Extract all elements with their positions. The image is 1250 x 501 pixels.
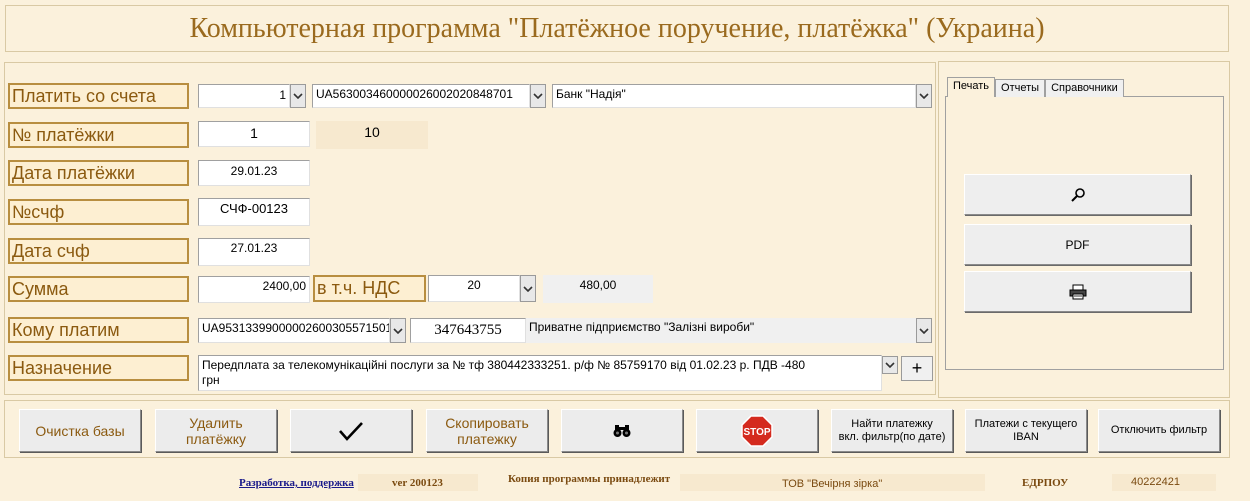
binoculars-icon: [613, 424, 631, 437]
clear-database-button[interactable]: Очистка базы: [19, 409, 141, 452]
find-button[interactable]: [561, 409, 683, 452]
app-title: Компьютерная программа "Платёжное поруче…: [189, 12, 1045, 44]
chevron-down-icon: [293, 93, 303, 99]
printer-icon: [1069, 284, 1086, 299]
payee-code-input[interactable]: 347643755: [410, 318, 526, 343]
find-with-filter-label-1: Найти платежку: [851, 417, 933, 430]
confirm-button[interactable]: [290, 409, 412, 452]
invoice-date-input[interactable]: 27.01.23: [198, 238, 310, 266]
development-support-link[interactable]: Разработка, поддержка: [239, 477, 354, 489]
vat-amount: 480,00: [543, 275, 653, 303]
disable-filter-label: Отключить фильтр: [1110, 424, 1208, 436]
purpose-line-1: Передплата за телекомунікаційні послуги …: [202, 358, 806, 372]
stop-button[interactable]: STOP: [696, 409, 818, 452]
invoice-no-input[interactable]: СЧФ-00123: [198, 198, 310, 226]
label-amount: Сумма: [8, 276, 189, 302]
clear-database-label: Очистка базы: [35, 422, 125, 439]
vat-rate-select[interactable]: 20: [428, 275, 520, 302]
pdf-button[interactable]: PDF: [964, 224, 1191, 265]
label-purpose: Назначение: [8, 355, 189, 381]
chevron-down-icon: [393, 327, 403, 334]
payment-no-input[interactable]: 1: [198, 121, 310, 147]
payee-iban-select[interactable]: UA953133990000026003055715017: [198, 318, 390, 343]
find-with-filter-label-2: вкл. фильтр(по дате): [838, 430, 946, 443]
account-iban-dropdown[interactable]: [530, 84, 546, 108]
label-invoice-date: Дата счф: [8, 238, 189, 264]
bank-select[interactable]: Банк "Надія": [552, 84, 916, 108]
payee-name-select[interactable]: Приватне підприємство "Залізні вироби": [526, 318, 916, 343]
chevron-down-icon: [919, 93, 929, 99]
vat-rate-dropdown[interactable]: [520, 275, 536, 302]
copy-payment-label-2: платежку: [457, 430, 517, 447]
delete-payment-button[interactable]: Удалить платёжку: [155, 409, 277, 452]
payment-date-input[interactable]: 29.01.23: [198, 160, 310, 186]
purpose-textarea[interactable]: Передплата за телекомунікаційні послуги …: [198, 355, 882, 391]
label-payment-no: № платёжки: [8, 122, 189, 148]
payments-by-iban-label-1: Платежи с текущего: [974, 417, 1078, 430]
amount-input[interactable]: 2400,00: [198, 276, 310, 303]
label-payee: Кому платим: [8, 317, 189, 343]
tab-print[interactable]: Печать: [947, 77, 996, 97]
payee-name-dropdown[interactable]: [916, 318, 932, 343]
payment-count: 10: [316, 121, 428, 149]
stop-sign-icon: STOP: [741, 414, 773, 447]
purpose-dropdown[interactable]: [882, 356, 898, 374]
label-invoice-no: №счф: [8, 199, 189, 225]
bank-dropdown[interactable]: [916, 84, 932, 108]
account-index-select[interactable]: 1: [198, 84, 290, 108]
chevron-down-icon: [885, 362, 895, 368]
preview-button[interactable]: [964, 174, 1191, 215]
disable-filter-button[interactable]: Отключить фильтр: [1098, 409, 1220, 452]
side-tabs: Печать Отчеты Справочники: [947, 77, 1124, 97]
account-index-dropdown[interactable]: [290, 84, 306, 108]
payments-by-iban-label-2: IBAN: [1013, 430, 1039, 443]
delete-payment-label-1: Удалить: [189, 414, 243, 431]
checkmark-icon: [339, 421, 363, 441]
copy-payment-label-1: Скопировать: [445, 414, 529, 431]
print-button[interactable]: [964, 271, 1191, 312]
chevron-down-icon: [523, 285, 533, 292]
payee-iban-dropdown[interactable]: [390, 318, 406, 343]
find-with-filter-button[interactable]: Найти платежку вкл. фильтр(по дате): [831, 409, 953, 452]
version-text: ver 200123: [392, 477, 443, 489]
chevron-down-icon: [919, 327, 929, 334]
tab-directories[interactable]: Справочники: [1045, 79, 1124, 97]
stop-sign-label: STOP: [743, 427, 770, 438]
owner-name: ТОВ "Вечірня зірка": [782, 478, 883, 490]
tab-reports[interactable]: Отчеты: [995, 79, 1046, 97]
edrpou-label: ЕДРПОУ: [1022, 477, 1069, 489]
chevron-down-icon: [533, 93, 543, 99]
magnifier-icon: [1070, 187, 1085, 202]
payment-form-panel: [4, 62, 936, 395]
purpose-line-2: грн: [202, 373, 220, 387]
label-vat-included: в т.ч. НДС: [313, 275, 426, 302]
owner-label: Копия программы принадлежит: [508, 473, 671, 485]
label-pay-from: Платить со счета: [8, 83, 189, 109]
payments-by-iban-button[interactable]: Платежи с текущего IBAN: [965, 409, 1087, 452]
copy-payment-button[interactable]: Скопировать платежку: [426, 409, 548, 452]
add-purpose-button[interactable]: +: [901, 356, 933, 381]
delete-payment-label-2: платёжку: [185, 430, 247, 447]
app-title-bar: Компьютерная программа "Платёжное поруче…: [5, 5, 1229, 52]
label-payment-date: Дата платёжки: [8, 160, 189, 186]
account-iban-select[interactable]: UA563003460000026002020848701: [312, 84, 530, 108]
edrpou-value: 40222421: [1131, 476, 1180, 488]
